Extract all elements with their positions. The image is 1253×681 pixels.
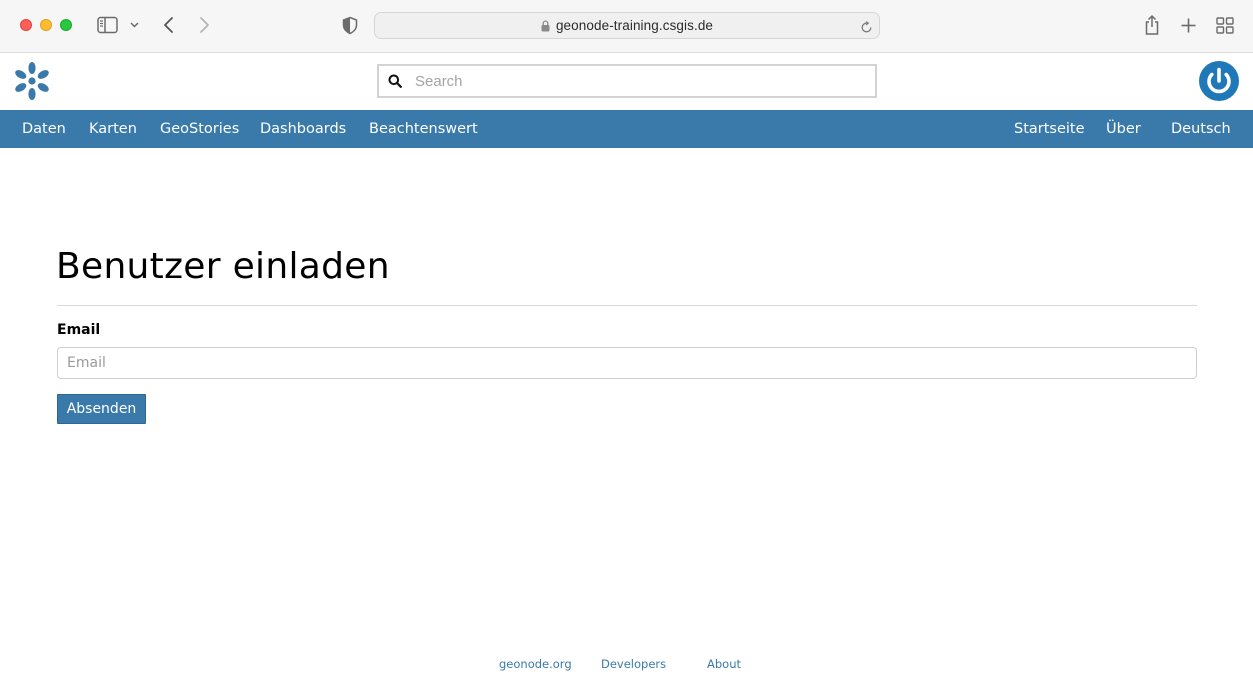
- submit-button[interactable]: Absenden: [57, 394, 146, 424]
- email-label: Email: [57, 322, 101, 338]
- language-selector[interactable]: Deutsch: [1171, 110, 1231, 148]
- forward-arrow-icon[interactable]: [197, 16, 211, 34]
- nav-item-startseite[interactable]: Startseite: [1014, 110, 1085, 148]
- address-bar[interactable]: geonode-training.csgis.de: [374, 12, 880, 39]
- new-tab-plus-icon[interactable]: [1180, 17, 1197, 34]
- footer-link-developers[interactable]: Developers: [601, 657, 666, 671]
- nav-item-dashboards[interactable]: Dashboards: [260, 110, 346, 148]
- privacy-shield-icon[interactable]: [342, 16, 358, 35]
- user-login-power-icon[interactable]: [1198, 60, 1240, 102]
- site-header: [0, 53, 1253, 110]
- search-icon[interactable]: [388, 74, 402, 88]
- nav-item-beachtenswert[interactable]: Beachtenswert: [369, 110, 478, 148]
- url-text: geonode-training.csgis.de: [555, 18, 714, 33]
- nav-item-daten[interactable]: Daten: [22, 110, 66, 148]
- sidebar-toggle-icon[interactable]: [97, 16, 118, 34]
- chevron-down-icon[interactable]: [129, 21, 140, 29]
- lock-icon: [541, 19, 550, 32]
- footer-link-about[interactable]: About: [707, 657, 741, 671]
- title-divider: [57, 305, 1197, 306]
- reload-icon[interactable]: [860, 19, 873, 38]
- tab-overview-icon[interactable]: [1216, 17, 1234, 34]
- email-field[interactable]: [57, 347, 1197, 379]
- search-input[interactable]: [415, 66, 875, 96]
- search-box: [377, 64, 877, 98]
- maximize-window-button[interactable]: [60, 19, 72, 31]
- page-title: Benutzer einladen: [56, 246, 390, 287]
- nav-item-karten[interactable]: Karten: [89, 110, 137, 148]
- nav-item-geostories[interactable]: GeoStories: [160, 110, 239, 148]
- back-arrow-icon[interactable]: [162, 16, 176, 34]
- main-navbar: Daten Karten GeoStories Dashboards Beach…: [0, 110, 1253, 148]
- minimize-window-button[interactable]: [40, 19, 52, 31]
- nav-item-ueber[interactable]: Über: [1106, 110, 1141, 148]
- geonode-logo-icon[interactable]: [12, 61, 52, 101]
- close-window-button[interactable]: [20, 19, 32, 31]
- browser-toolbar: geonode-training.csgis.de: [0, 0, 1253, 53]
- share-icon[interactable]: [1143, 14, 1161, 36]
- footer-link-geonode[interactable]: geonode.org: [499, 657, 572, 671]
